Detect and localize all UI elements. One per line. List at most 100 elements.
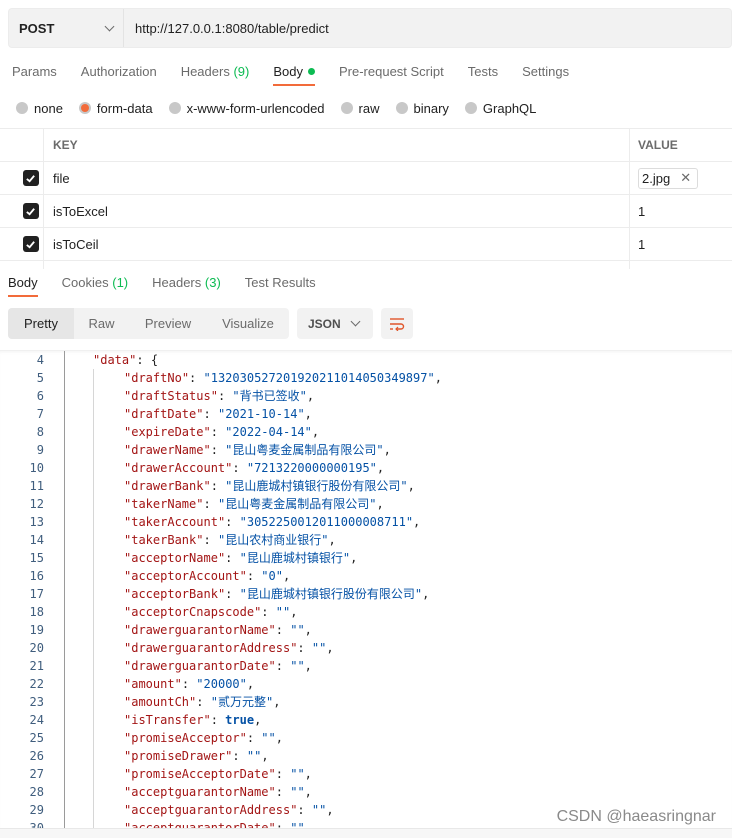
json-key: drawerguarantorName <box>131 623 269 637</box>
line-number: 26 <box>29 749 44 763</box>
chevron-down-icon <box>104 21 115 31</box>
radio-label: x-www-form-urlencoded <box>186 100 325 116</box>
json-key: acceptorCnapscode <box>131 605 255 619</box>
json-key: draftDate <box>131 407 197 421</box>
tab-headers[interactable]: Headers (9) <box>169 58 262 86</box>
tab-settings[interactable]: Settings <box>510 58 581 86</box>
json-string: 7213220000000195 <box>254 461 370 475</box>
json-key: acceptorName <box>131 551 218 565</box>
json-key: drawerguarantorDate <box>131 659 269 673</box>
radio-x-www-form-urlencoded[interactable]: x-www-form-urlencoded <box>168 100 325 116</box>
line-number: 5 <box>36 371 44 385</box>
radio-graphql[interactable]: GraphQL <box>464 101 536 116</box>
tab-count: (9) <box>233 64 250 79</box>
line-number: 15 <box>29 551 44 565</box>
view-mode-raw[interactable]: Raw <box>74 308 129 339</box>
param-value: 1 <box>638 203 646 219</box>
modified-dot-icon <box>307 68 315 76</box>
json-key: drawerBank <box>131 479 204 493</box>
param-key-input[interactable]: isToCeil <box>44 228 630 260</box>
format-label: JSON <box>308 316 341 331</box>
line-number: 23 <box>29 695 44 709</box>
json-key: acceptguarantorName <box>131 785 269 799</box>
json-string: 昆山鹿城村镇银行股份有限公司 <box>246 587 415 601</box>
line-number: 10 <box>29 461 44 475</box>
response-tab-headers[interactable]: Headers (3) <box>140 269 233 297</box>
view-mode-visualize[interactable]: Visualize <box>207 308 289 339</box>
json-boolean: true <box>225 713 255 727</box>
line-number: 13 <box>29 515 44 529</box>
radio-button-icon <box>340 102 353 114</box>
tab-label: Body <box>8 275 38 290</box>
response-tabs: Body Cookies (1) Headers (3) Test Results <box>0 269 328 299</box>
tab-authorization[interactable]: Authorization <box>69 58 169 86</box>
json-key: takerName <box>131 497 197 511</box>
response-tab-body[interactable]: Body <box>0 269 50 297</box>
radio-raw[interactable]: raw <box>340 101 380 116</box>
line-number: 7 <box>36 407 44 421</box>
tab-tests[interactable]: Tests <box>456 58 510 86</box>
json-key: acceptorAccount <box>131 569 240 583</box>
method-select[interactable]: POST <box>9 9 124 47</box>
param-enabled-checkbox[interactable] <box>22 203 39 219</box>
url-input[interactable]: http://127.0.0.1:8080/table/predict <box>124 21 329 36</box>
empty-param-row[interactable] <box>0 261 732 269</box>
radio-button-icon <box>464 102 477 114</box>
param-enabled-checkbox[interactable] <box>22 170 39 186</box>
line-number: 12 <box>29 497 44 511</box>
response-tab-cookies[interactable]: Cookies (1) <box>50 269 140 297</box>
key-column-header: KEY <box>44 129 630 161</box>
json-key: drawerAccount <box>131 461 226 475</box>
json-string: 132030527201920211014050349897 <box>210 371 428 385</box>
radio-binary[interactable]: binary <box>395 101 449 116</box>
line-number: 20 <box>29 641 44 655</box>
radio-label: form-data <box>96 100 153 116</box>
request-tabs: Params Authorization Headers (9) Body Pre-re… <box>0 58 581 88</box>
param-value-cell[interactable]: 2.jpg ✕ <box>630 162 732 194</box>
format-select[interactable]: JSON <box>297 308 373 339</box>
wrap-lines-button[interactable] <box>381 308 413 339</box>
view-mode-preview[interactable]: Preview <box>129 308 207 339</box>
chevron-down-icon <box>350 316 361 327</box>
radio-none[interactable]: none <box>16 101 63 116</box>
value-column-header: VALUE <box>638 138 678 152</box>
param-row: isToCeil 1 <box>0 228 732 261</box>
view-mode-pretty[interactable]: Pretty <box>8 308 74 339</box>
param-value: 1 <box>638 236 646 252</box>
line-number: 21 <box>29 659 44 673</box>
param-key-input[interactable]: isToExcel <box>44 195 630 227</box>
line-number: 8 <box>36 425 44 439</box>
json-string: 贰万元整 <box>217 695 266 709</box>
line-number: 14 <box>29 533 44 547</box>
bottom-divider <box>0 828 732 838</box>
param-key-input[interactable]: file <box>44 162 630 194</box>
line-number: 25 <box>29 731 44 745</box>
tab-label: Body <box>273 64 303 79</box>
json-string: 2021-10-14 <box>225 407 298 421</box>
tab-body[interactable]: Body <box>261 58 327 86</box>
method-label: POST <box>19 20 55 36</box>
line-number: 16 <box>29 569 44 583</box>
tab-label: Headers <box>152 275 202 290</box>
line-number: 29 <box>29 803 44 817</box>
view-mode-segment: Pretty Raw Preview Visualize <box>8 308 289 339</box>
radio-form-data[interactable]: form-data <box>78 100 153 116</box>
param-value-cell[interactable]: 1 <box>630 228 732 260</box>
tab-count: (1) <box>112 275 129 290</box>
tab-pre-request-script[interactable]: Pre-request Script <box>327 58 456 86</box>
param-enabled-checkbox[interactable] <box>22 236 39 252</box>
response-tab-test-results[interactable]: Test Results <box>233 269 328 297</box>
json-string: 昆山农村商业银行 <box>225 533 322 547</box>
remove-file-icon[interactable]: ✕ <box>680 170 691 186</box>
json-key: acceptguarantorAddress <box>131 803 291 817</box>
json-key: data <box>100 353 130 367</box>
param-value-cell[interactable]: 1 <box>630 195 732 227</box>
json-key: expireDate <box>131 425 204 439</box>
tab-params[interactable]: Params <box>0 58 69 86</box>
json-string: 0 <box>268 569 276 583</box>
radio-button-icon <box>16 102 28 114</box>
line-number: 24 <box>29 713 44 727</box>
response-body-viewer[interactable]: 4 "data": {5 "draftNo": "13203052720192021… <box>0 350 732 828</box>
tab-label: Tests <box>467 64 499 79</box>
tab-label: Headers <box>180 64 230 79</box>
